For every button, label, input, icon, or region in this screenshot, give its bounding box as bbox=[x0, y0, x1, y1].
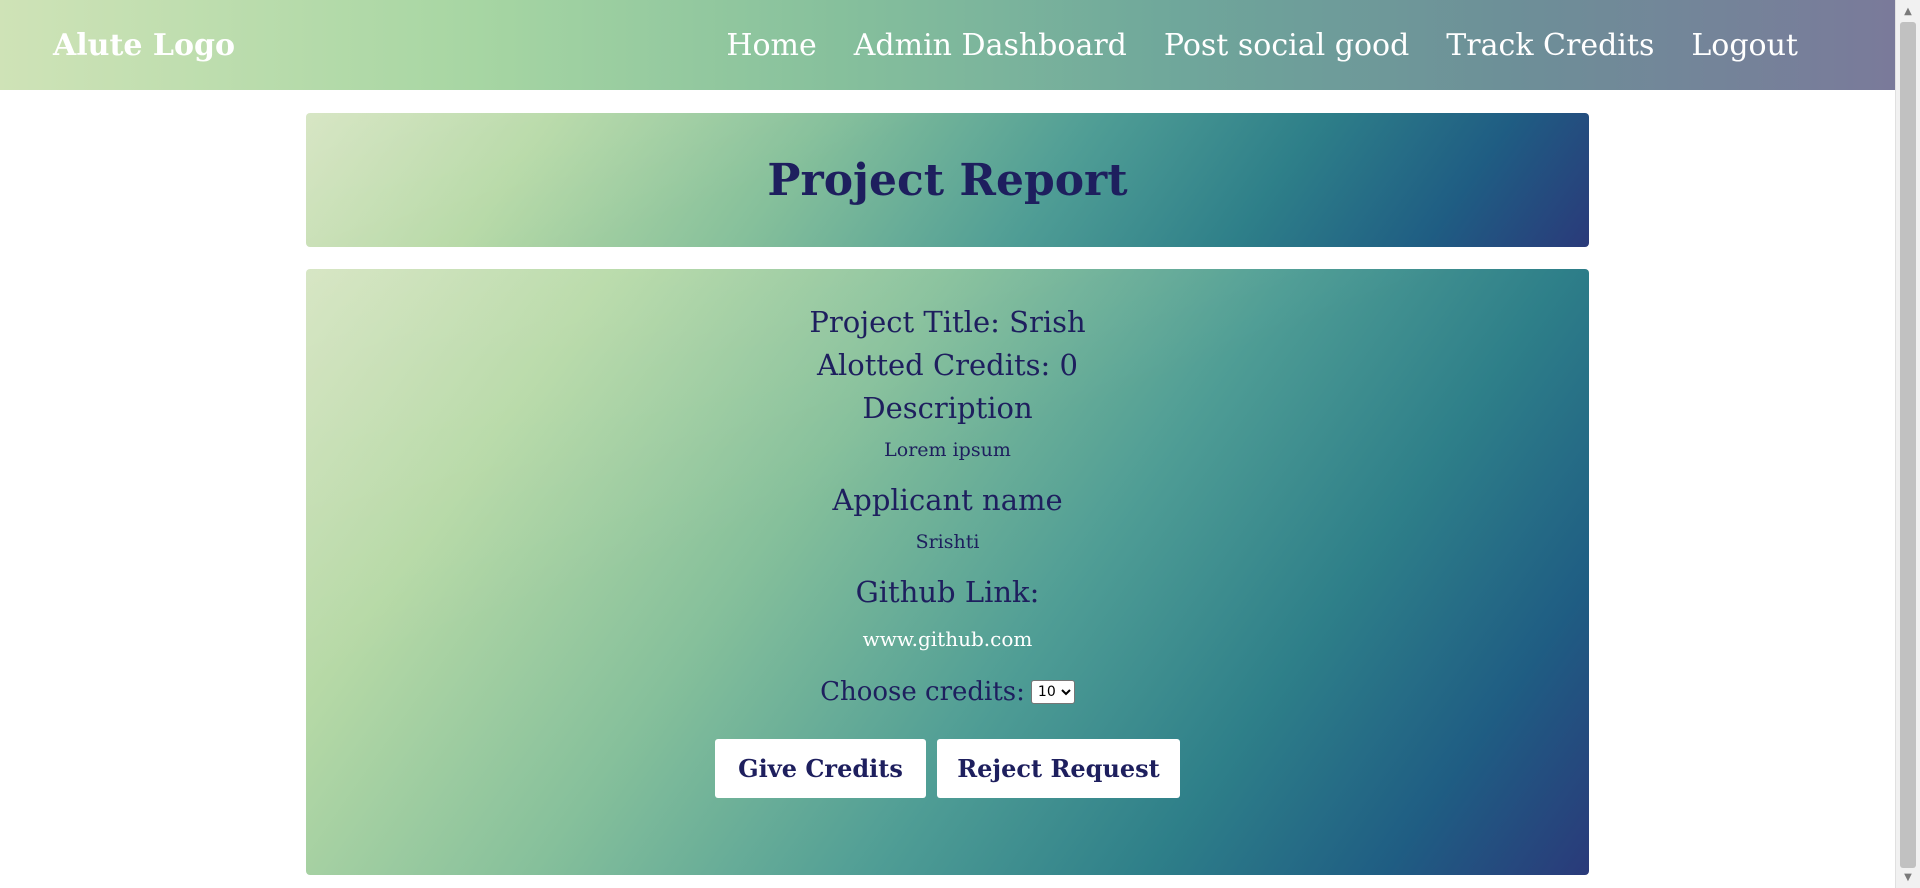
page-scrollbar[interactable]: ▲ ▼ bbox=[1895, 0, 1920, 888]
description-text: Lorem ipsum bbox=[884, 439, 1011, 461]
github-link[interactable]: www.github.com bbox=[863, 627, 1033, 651]
applicant-name-value: Srishti bbox=[915, 531, 980, 553]
project-title: Project Title: Srish bbox=[809, 305, 1086, 339]
credits-select[interactable]: 10 bbox=[1030, 680, 1075, 704]
page-title: Project Report bbox=[767, 154, 1128, 206]
scroll-up-arrow-icon[interactable]: ▲ bbox=[1896, 2, 1920, 20]
reject-request-button[interactable]: Reject Request bbox=[937, 739, 1180, 798]
scroll-down-arrow-icon[interactable]: ▼ bbox=[1896, 868, 1920, 886]
choose-credits-label: Choose credits: bbox=[820, 677, 1025, 707]
applicant-name-heading: Applicant name bbox=[832, 483, 1063, 517]
top-navbar: Alute Logo Home Admin Dashboard Post soc… bbox=[0, 0, 1895, 90]
action-buttons: Give Credits Reject Request bbox=[715, 739, 1180, 798]
nav-link-admin-dashboard[interactable]: Admin Dashboard bbox=[854, 28, 1127, 63]
choose-credits-row: Choose credits: 10 bbox=[820, 677, 1075, 707]
brand-logo-link[interactable]: Alute Logo bbox=[53, 28, 235, 63]
page-header-panel: Project Report bbox=[306, 113, 1589, 247]
nav-link-home[interactable]: Home bbox=[726, 28, 816, 63]
scroll-thumb[interactable] bbox=[1900, 22, 1916, 868]
nav-link-post-social-good[interactable]: Post social good bbox=[1164, 28, 1409, 63]
description-heading: Description bbox=[862, 391, 1033, 425]
nav-links: Home Admin Dashboard Post social good Tr… bbox=[726, 28, 1798, 63]
project-report-card: Project Title: Srish Alotted Credits: 0 … bbox=[306, 269, 1589, 875]
give-credits-button[interactable]: Give Credits bbox=[715, 739, 926, 798]
allotted-credits: Alotted Credits: 0 bbox=[817, 348, 1078, 382]
nav-link-track-credits[interactable]: Track Credits bbox=[1446, 28, 1654, 63]
github-link-heading: Github Link: bbox=[855, 575, 1040, 609]
nav-link-logout[interactable]: Logout bbox=[1691, 28, 1798, 63]
